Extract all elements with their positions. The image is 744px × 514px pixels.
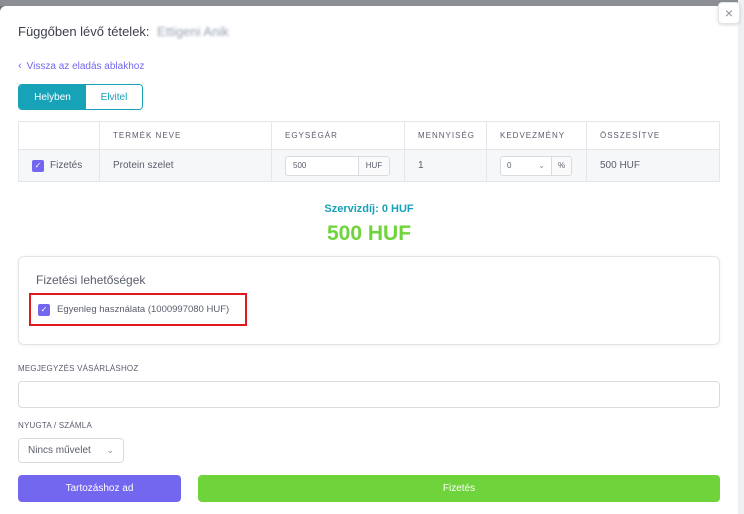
service-fee: Szervizdíj: 0 HUF [324, 203, 414, 215]
column-header-product: TERMÉK NEVE [99, 121, 272, 150]
receipt-action-select[interactable]: Nincs művelet ⌄ [18, 438, 124, 463]
payment-options-card: Fizetési lehetőségek ✓ Egyenleg használa… [18, 256, 720, 345]
percent-addon: % [552, 156, 571, 175]
modal-title: Függőben lévő tételek: Ettigeni Anik [18, 24, 229, 39]
pay-checkbox[interactable]: ✓ [32, 159, 44, 172]
back-to-sale-link[interactable]: ‹ Vissza az eladás ablakhoz [18, 60, 144, 72]
receipt-label: NYUGTA / SZÁMLA [18, 421, 92, 430]
customer-name: Ettigeni Anik [157, 24, 229, 39]
pending-items-table: TERMÉK NEVE EGYSÉGÁR MENNYISÉG KEDVEZMÉN… [18, 121, 720, 182]
discount-cell: 0 ⌄ % [486, 149, 587, 182]
dine-mode-toggle: Helyben Elvitel [18, 84, 143, 110]
payment-options-title: Fizetési lehetőségek [36, 273, 146, 287]
currency-addon: HUF [359, 156, 389, 175]
unit-price-input-group: 500 HUF [285, 155, 390, 176]
add-to-debt-button[interactable]: Tartozáshoz ad [18, 475, 181, 502]
takeaway-option[interactable]: Elvitel [86, 85, 142, 109]
pay-label: Fizetés [50, 160, 83, 171]
use-balance-label: Egyenleg használata (1000997080 HUF) [57, 304, 230, 315]
modal-title-text: Függőben lévő tételek: [18, 24, 150, 39]
unit-price-input[interactable]: 500 [286, 156, 359, 175]
row-total: 500 HUF [586, 149, 720, 182]
chevron-left-icon: ‹ [18, 60, 22, 72]
background-app-edge [738, 0, 744, 514]
back-link-label: Vissza az eladás ablakhoz [26, 60, 145, 72]
unit-price-cell: 500 HUF [271, 149, 405, 182]
pending-items-modal: × Függőben lévő tételek: Ettigeni Anik ‹… [0, 2, 740, 514]
use-balance-option[interactable]: ✓ Egyenleg használata (1000997080 HUF) [29, 293, 247, 326]
chevron-down-icon: ⌄ [106, 445, 114, 455]
dine-in-option[interactable]: Helyben [19, 85, 86, 109]
column-header-quantity: MENNYISÉG [404, 121, 487, 150]
pay-button[interactable]: Fizetés [198, 475, 720, 502]
discount-input-group: 0 ⌄ % [500, 155, 572, 176]
note-label: MEGJEGYZÉS VÁSÁRLÁSHOZ [18, 364, 139, 373]
column-header-discount: KEDVEZMÉNY [486, 121, 587, 150]
purchase-note-input[interactable] [18, 381, 720, 408]
grand-total: 500 HUF [326, 222, 412, 245]
chevron-down-icon: ⌄ [538, 161, 545, 170]
close-icon[interactable]: × [718, 2, 740, 24]
table-header-row: TERMÉK NEVE EGYSÉGÁR MENNYISÉG KEDVEZMÉN… [18, 121, 720, 150]
column-header-select [18, 121, 100, 150]
column-header-total: ÖSSZESÍTVE [586, 121, 720, 150]
product-name: Protein szelet [99, 149, 272, 182]
column-header-unit-price: EGYSÉGÁR [271, 121, 405, 150]
pay-cell: ✓ Fizetés [18, 149, 100, 182]
discount-value: 0 [507, 161, 512, 170]
discount-select[interactable]: 0 ⌄ [501, 156, 552, 175]
use-balance-checkbox[interactable]: ✓ [38, 303, 50, 316]
receipt-selected-value: Nincs művelet [28, 445, 91, 456]
quantity-value: 1 [404, 149, 487, 182]
table-row: ✓ Fizetés Protein szelet 500 HUF 1 0 ⌄ %… [18, 149, 720, 182]
